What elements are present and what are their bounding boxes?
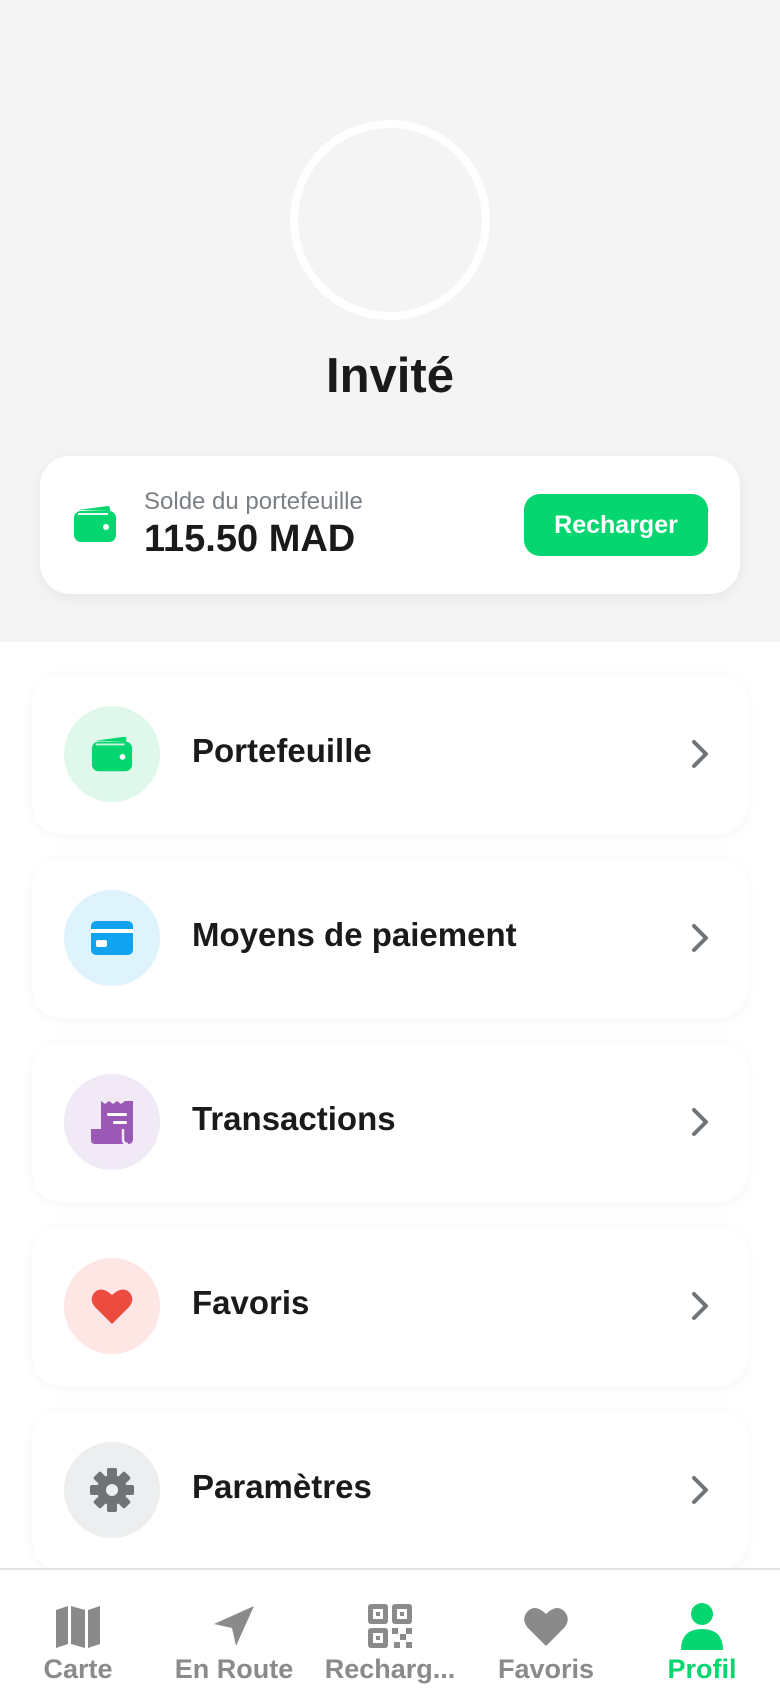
- menu-item-transactions[interactable]: Transactions: [32, 1042, 748, 1202]
- chevron-right-icon: [692, 924, 708, 952]
- profile-screen: Invité Solde du portefeuille 115.50 MAD …: [0, 0, 780, 1688]
- menu-icon-circle: [64, 1074, 160, 1170]
- menu-item-label: Moyens de paiement: [192, 916, 517, 953]
- user-name: Invité: [326, 349, 454, 403]
- menu-item-label: Portefeuille: [192, 732, 372, 769]
- chevron-right-icon: [692, 1108, 708, 1136]
- menu-icon-circle: [64, 1258, 160, 1354]
- profile-header: Invité Solde du portefeuille 115.50 MAD …: [0, 0, 780, 642]
- recharge-button[interactable]: Recharger: [524, 494, 708, 556]
- nav-item-en-route[interactable]: En Route: [156, 1570, 312, 1688]
- chevron-right-icon: [692, 740, 708, 768]
- nav-item-recharge[interactable]: Recharg...: [312, 1570, 468, 1688]
- map-icon: [56, 1606, 100, 1648]
- wallet-balance-label: Solde du portefeuille: [144, 488, 363, 515]
- menu-item-favorites[interactable]: Favoris: [32, 1226, 748, 1386]
- bottom-navigation: Carte En Route Recharg... Favoris Profil: [0, 1568, 780, 1688]
- menu-item-payment-methods[interactable]: Moyens de paiement: [32, 858, 748, 1018]
- menu-item-label: Paramètres: [192, 1468, 372, 1505]
- nav-item-favorites[interactable]: Favoris: [468, 1570, 624, 1688]
- menu-item-label: Transactions: [192, 1100, 396, 1137]
- menu-icon-circle: [64, 890, 160, 986]
- avatar[interactable]: [290, 120, 490, 320]
- nav-label: En Route: [174, 1654, 294, 1684]
- chevron-right-icon: [692, 1476, 708, 1504]
- menu-icon-circle: [64, 706, 160, 802]
- heart-icon: [524, 1607, 568, 1646]
- nav-item-profile[interactable]: Profil: [624, 1570, 780, 1688]
- nav-label: Favoris: [497, 1654, 595, 1684]
- heart-icon: [91, 1289, 133, 1324]
- wallet-icon: [74, 506, 116, 542]
- wallet-balance-amount: 115.50 MAD: [144, 518, 356, 560]
- chevron-right-icon: [692, 1292, 708, 1320]
- nav-label: Recharg...: [324, 1654, 456, 1684]
- nav-item-map[interactable]: Carte: [0, 1570, 156, 1688]
- person-icon: [681, 1603, 723, 1650]
- menu-item-wallet[interactable]: Portefeuille: [32, 674, 748, 834]
- nav-label: Carte: [43, 1654, 113, 1684]
- qr-code-icon: [368, 1604, 412, 1648]
- nav-label: Profil: [667, 1654, 737, 1684]
- menu-item-settings[interactable]: Paramètres: [32, 1410, 748, 1570]
- navigation-arrow-icon: [214, 1606, 254, 1646]
- menu-icon-circle: [64, 1442, 160, 1538]
- gear-icon: [90, 1468, 134, 1512]
- receipt-icon: [91, 1101, 133, 1145]
- menu-item-label: Favoris: [192, 1284, 310, 1321]
- credit-card-icon: [91, 921, 133, 955]
- wallet-icon: [91, 736, 133, 772]
